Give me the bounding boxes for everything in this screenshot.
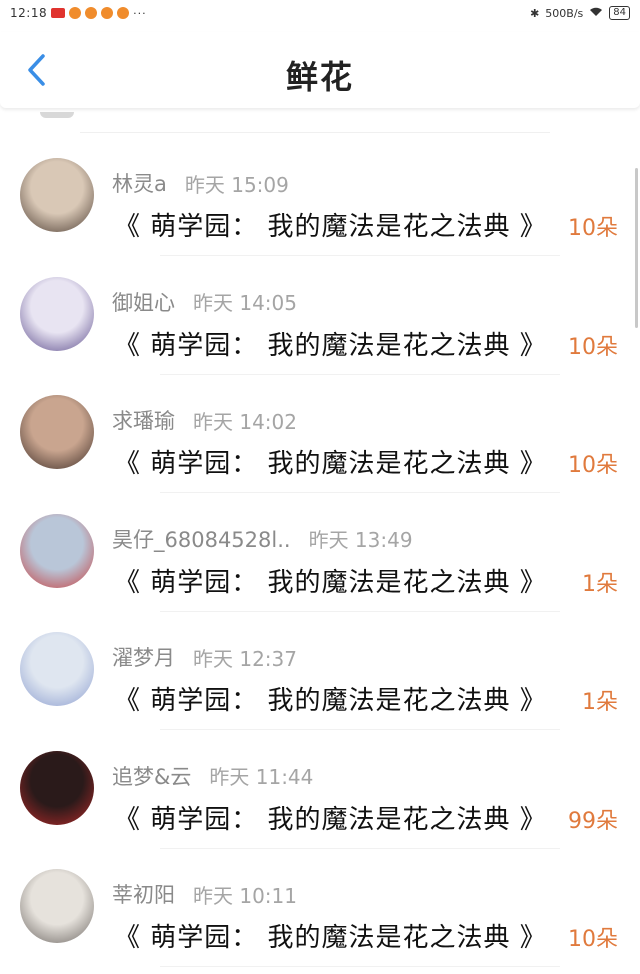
battery-indicator: 84 (609, 6, 630, 20)
avatar[interactable] (20, 750, 94, 825)
list-item[interactable]: 林灵a 昨天 15:09 《 萌学园： 我的魔法是花之法典 》 10朵 (0, 138, 640, 256)
flower-amount: 10朵 (568, 334, 618, 360)
user-name[interactable]: 御姐心 (112, 287, 175, 317)
avatar[interactable] (20, 869, 94, 943)
previous-avatar-peek (40, 112, 74, 118)
name-line: 御姐心 昨天 14:05 (112, 287, 297, 317)
clock: 12:18 (10, 6, 48, 20)
book-title: 《 萌学园： 我的魔法是花之法典 》 (114, 449, 547, 479)
timestamp: 昨天 11:44 (209, 765, 314, 789)
notification-app-icon (69, 7, 82, 19)
more-notifications-icon: ··· (133, 6, 147, 20)
notification-app-icon (101, 7, 114, 19)
divider (80, 132, 550, 133)
avatar[interactable] (20, 513, 94, 588)
user-name[interactable]: 林灵a (112, 168, 167, 198)
book-title: 《 萌学园： 我的魔法是花之法典 》 (114, 804, 547, 835)
name-line: 濯梦月 昨天 12:37 (112, 642, 297, 672)
flower-amount: 10朵 (568, 216, 618, 241)
avatar[interactable] (20, 395, 94, 469)
name-line: 昊仔_68084528l.. 昨天 13:49 (112, 524, 413, 554)
list-item[interactable]: 莘初阳 昨天 10:11 《 萌学园： 我的魔法是花之法典 》 10朵 (0, 849, 640, 967)
bluetooth-icon: ✱ (530, 6, 540, 20)
status-bar: 12:18 ··· ✱ 500B/s 84 (0, 0, 640, 26)
name-line: 林灵a 昨天 15:09 (112, 168, 289, 198)
top-nav-bar: 鲜花 (0, 32, 640, 108)
list-item[interactable]: 求璠瑜 昨天 14:02 《 萌学园： 我的魔法是花之法典 》 10朵 (0, 375, 640, 493)
book-title: 《 萌学园： 我的魔法是花之法典 》 (114, 923, 547, 953)
timestamp: 昨天 15:09 (184, 172, 289, 197)
timestamp: 昨天 12:37 (193, 646, 297, 671)
avatar[interactable] (20, 276, 94, 351)
network-speed: 500B/s (545, 6, 584, 20)
list-item[interactable]: 濯梦月 昨天 12:37 《 萌学园： 我的魔法是花之法典 》 1朵 (0, 612, 640, 730)
timestamp: 昨天 10:11 (193, 883, 297, 908)
flower-amount: 1朵 (582, 690, 618, 715)
flower-amount: 10朵 (568, 453, 618, 478)
list-item[interactable]: 昊仔_68084528l.. 昨天 13:49 《 萌学园： 我的魔法是花之法典 》… (0, 494, 640, 612)
notification-app-icon (51, 8, 66, 18)
name-line: 莘初阳 昨天 10:11 (112, 879, 297, 909)
flower-amount: 10朵 (568, 927, 618, 952)
notification-app-icon (117, 7, 130, 19)
status-bar-right: ✱ 500B/s 84 (530, 6, 630, 20)
user-name[interactable]: 莘初阳 (112, 879, 175, 909)
list-item[interactable]: 御姐心 昨天 14:05 《 萌学园： 我的魔法是花之法典 》 10朵 (0, 257, 640, 375)
flower-amount: 1朵 (582, 571, 618, 597)
user-name[interactable]: 昊仔_68084528l.. (112, 524, 291, 554)
book-title: 《 萌学园： 我的魔法是花之法典 》 (114, 330, 547, 361)
book-title: 《 萌学园： 我的魔法是花之法典 》 (114, 686, 547, 716)
avatar[interactable] (20, 158, 94, 232)
status-bar-left: 12:18 ··· (10, 6, 147, 20)
book-title: 《 萌学园： 我的魔法是花之法典 》 (114, 567, 547, 598)
timestamp: 昨天 14:02 (193, 409, 297, 434)
name-line: 追梦&云 昨天 11:44 (112, 761, 313, 791)
user-name[interactable]: 追梦&云 (112, 761, 191, 791)
book-title: 《 萌学园： 我的魔法是花之法典 》 (114, 212, 547, 242)
divider (160, 966, 560, 967)
timestamp: 昨天 14:05 (193, 291, 297, 315)
page-title: 鲜花 (285, 58, 354, 96)
scrollbar[interactable] (635, 168, 638, 328)
name-line: 求璠瑜 昨天 14:02 (112, 405, 297, 435)
notification-app-icon (85, 7, 98, 19)
flower-amount: 99朵 (568, 808, 618, 834)
avatar[interactable] (20, 632, 94, 706)
list-item[interactable]: 追梦&云 昨天 11:44 《 萌学园： 我的魔法是花之法典 》 99朵 (0, 731, 640, 849)
wifi-icon (589, 7, 603, 20)
user-name[interactable]: 濯梦月 (112, 642, 175, 672)
timestamp: 昨天 13:49 (308, 528, 413, 552)
user-name[interactable]: 求璠瑜 (112, 405, 175, 435)
